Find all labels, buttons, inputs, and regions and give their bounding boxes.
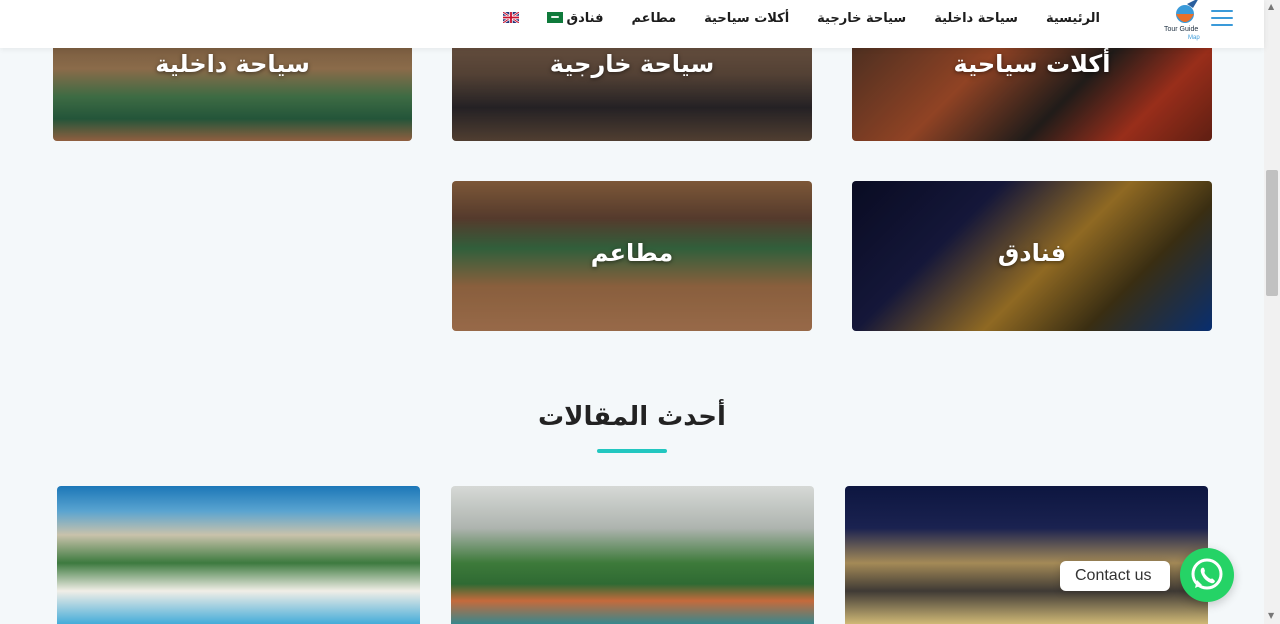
nav-domestic-tourism[interactable]: سياحة داخلية bbox=[934, 10, 1018, 28]
category-label: سياحة داخلية bbox=[155, 50, 310, 78]
category-label: مطاعم bbox=[590, 239, 674, 267]
category-card-restaurants[interactable]: مطاعم bbox=[452, 181, 812, 331]
category-label: فنادق bbox=[997, 239, 1067, 267]
nav-tourist-food[interactable]: أكلات سياحية bbox=[704, 10, 789, 28]
article-card-image[interactable] bbox=[451, 486, 814, 624]
nav-restaurants[interactable]: مطاعم bbox=[631, 10, 676, 28]
scroll-down-arrow-icon[interactable]: ▼ bbox=[1268, 611, 1274, 620]
nav-home[interactable]: الرئيسية bbox=[1046, 10, 1100, 28]
menu-icon[interactable] bbox=[1211, 10, 1233, 26]
nav-hotels[interactable]: فنادق bbox=[566, 10, 603, 28]
section-title-latest-articles: أحدث المقالات bbox=[538, 402, 726, 432]
category-label: سياحة خارجية bbox=[549, 50, 715, 78]
article-card-image[interactable] bbox=[57, 486, 420, 624]
contact-us-label[interactable]: Contact us bbox=[1060, 561, 1170, 591]
logo-text: Tour Guide Map bbox=[1164, 26, 1200, 41]
category-label: أكلات سياحية bbox=[953, 50, 1111, 78]
whatsapp-icon bbox=[1191, 558, 1223, 590]
category-card-hotels[interactable]: فنادق bbox=[852, 181, 1212, 331]
article-card-image[interactable] bbox=[845, 486, 1208, 624]
scroll-up-arrow-icon[interactable]: ▲ bbox=[1268, 2, 1274, 11]
whatsapp-button[interactable] bbox=[1180, 548, 1234, 602]
nav-foreign-tourism[interactable]: سياحة خارجية bbox=[817, 10, 906, 28]
page-scrollbar[interactable] bbox=[1264, 0, 1280, 624]
title-underline bbox=[597, 449, 667, 453]
scrollbar-thumb[interactable] bbox=[1266, 170, 1278, 296]
saudi-flag-icon[interactable] bbox=[547, 12, 563, 23]
uk-flag-icon[interactable] bbox=[503, 12, 519, 23]
site-header: Tour Guide Map الرئيسية سياحة داخلية سيا… bbox=[0, 0, 1264, 48]
main-nav: الرئيسية سياحة داخلية سياحة خارجية أكلات… bbox=[538, 10, 1100, 28]
